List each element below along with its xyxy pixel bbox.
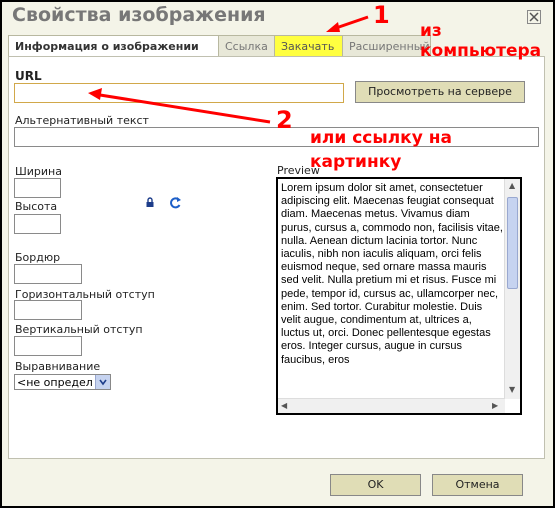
preview-box: Lorem ipsum dolor sit amet, consectetuer…: [276, 177, 522, 415]
align-select[interactable]: <не определ: [14, 374, 111, 390]
width-label: Ширина: [15, 165, 62, 178]
height-label: Высота: [15, 200, 58, 213]
height-input[interactable]: [14, 214, 61, 234]
tab-upload[interactable]: Закачать: [274, 35, 344, 57]
url-input[interactable]: [14, 83, 344, 103]
tab-advanced[interactable]: Расширенный: [342, 35, 431, 57]
hspace-input[interactable]: [14, 300, 82, 320]
border-input[interactable]: [14, 264, 82, 284]
border-label: Бордюр: [15, 251, 61, 264]
annotation-number-1: 1: [373, 1, 390, 29]
dropdown-button[interactable]: [95, 375, 110, 389]
preview-text: Lorem ipsum dolor sit amet, consectetuer…: [281, 182, 503, 366]
dialog-title: Свойства изображения: [12, 4, 266, 26]
preview-horizontal-scrollbar[interactable]: ◀ ▶: [278, 398, 505, 413]
alt-text-label: Альтернативный текст: [15, 114, 149, 127]
image-properties-dialog: Свойства изображения Информация о изобра…: [0, 0, 555, 508]
browse-server-button[interactable]: Просмотреть на сервере: [355, 81, 525, 103]
url-label: URL: [15, 69, 42, 83]
align-select-value: <не определ: [17, 376, 93, 389]
scroll-thumb[interactable]: [507, 197, 518, 289]
tab-link[interactable]: Ссылка: [218, 35, 279, 57]
reset-size-icon[interactable]: [169, 196, 182, 209]
scroll-down-icon[interactable]: ▼: [509, 385, 515, 394]
scroll-up-icon[interactable]: ▲: [509, 181, 515, 190]
tab-image-info[interactable]: Информация о изображении: [8, 35, 219, 58]
chevron-down-icon: [99, 379, 107, 386]
ok-button[interactable]: OK: [330, 474, 421, 496]
scroll-left-icon[interactable]: ◀: [281, 401, 287, 410]
vspace-label: Вертикальный отступ: [15, 323, 143, 336]
vspace-input[interactable]: [14, 336, 82, 356]
lock-icon[interactable]: [145, 197, 155, 208]
annotation-from-computer: из компьютера: [420, 21, 542, 61]
scroll-right-icon[interactable]: ▶: [492, 401, 498, 410]
annotation-or-link: или ссылку на картинку: [310, 128, 452, 172]
annotation-number-2: 2: [276, 106, 293, 134]
width-input[interactable]: [14, 178, 61, 198]
align-label: Выравнивание: [15, 360, 101, 373]
cancel-button[interactable]: Отмена: [432, 474, 523, 496]
preview-vertical-scrollbar[interactable]: ▲ ▼: [504, 179, 520, 399]
